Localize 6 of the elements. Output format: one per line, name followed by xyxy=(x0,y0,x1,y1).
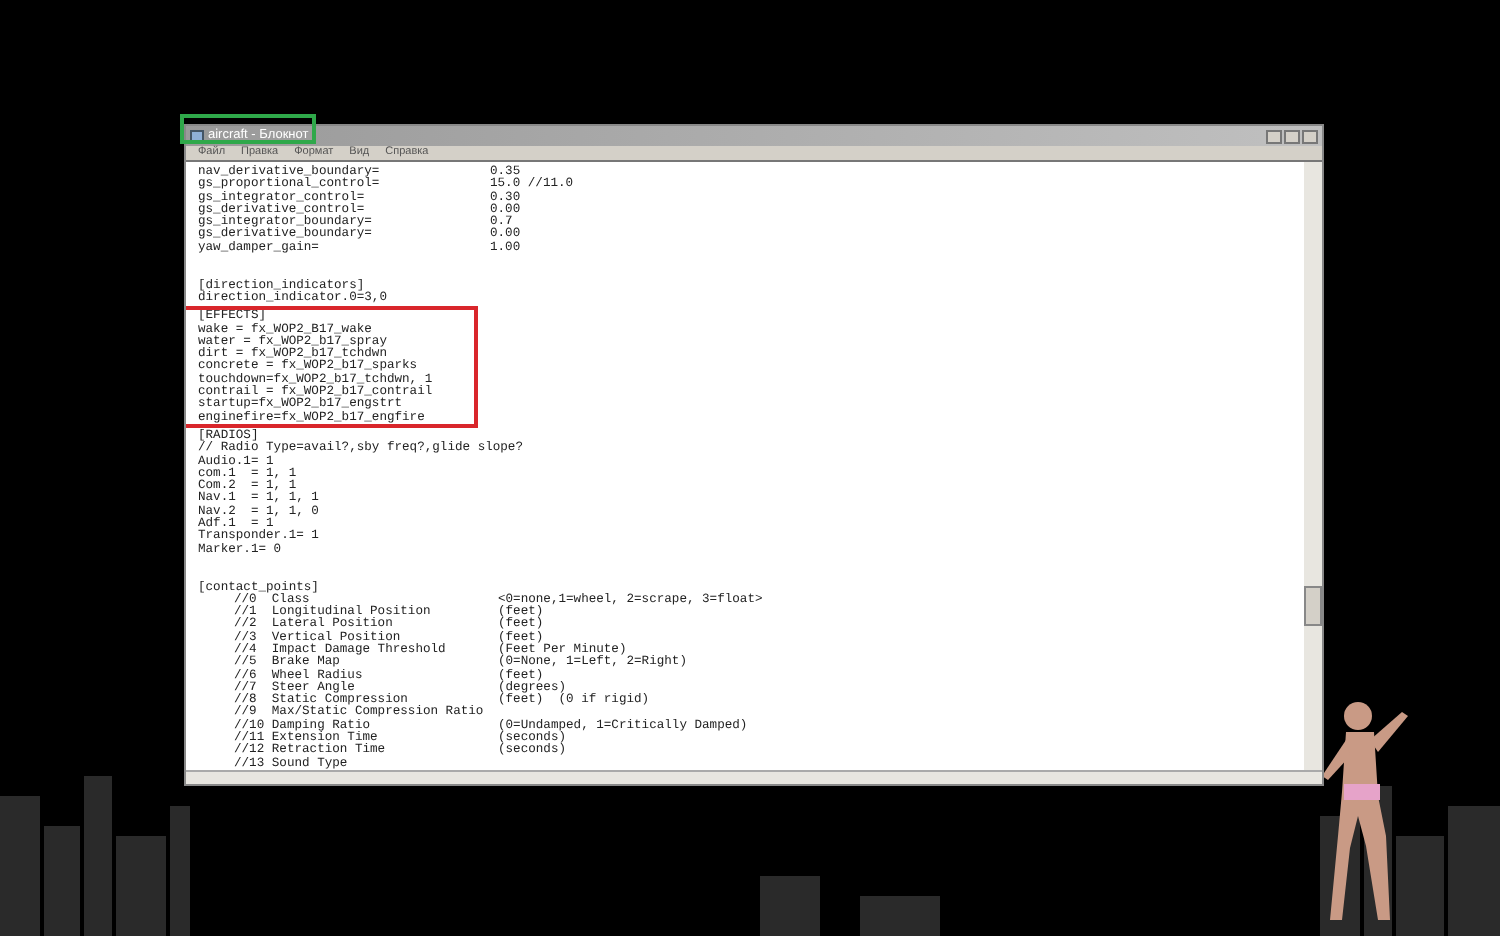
scroll-thumb[interactable] xyxy=(1304,586,1322,626)
minimize-button[interactable] xyxy=(1266,129,1282,143)
vertical-scrollbar[interactable] xyxy=(1304,162,1322,770)
maximize-button[interactable] xyxy=(1284,129,1300,143)
close-button[interactable] xyxy=(1302,129,1318,143)
horizontal-scrollbar[interactable] xyxy=(186,770,1322,784)
